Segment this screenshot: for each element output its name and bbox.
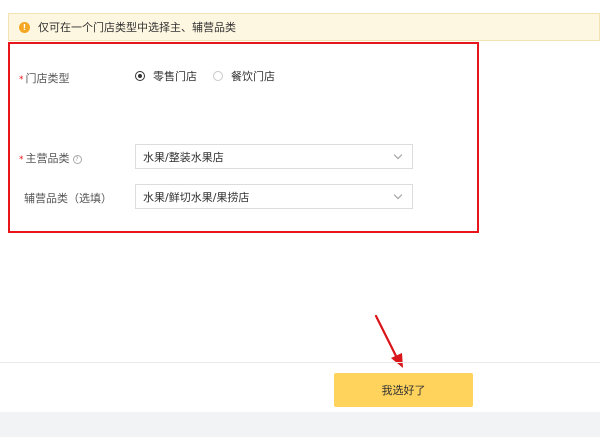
bottom-strip xyxy=(0,412,600,437)
radio-restaurant-store-label: 餐饮门店 xyxy=(231,70,275,83)
sub-category-label: 辅营品类（选填） xyxy=(24,192,112,205)
required-mark: * xyxy=(19,75,24,85)
main-category-label: * 主营品类? xyxy=(19,150,82,166)
radio-checked-icon xyxy=(135,71,145,81)
pointer-arrow-icon xyxy=(374,314,403,368)
store-type-label: * 门店类型 xyxy=(19,70,70,86)
footer-divider xyxy=(0,362,600,363)
main-category-label-text: 主营品类 xyxy=(25,152,70,165)
sub-category-value: 水果/鲜切水果/果捞店 xyxy=(143,190,250,204)
notice-text: 仅可在一个门店类型中选择主、辅营品类 xyxy=(38,21,236,34)
required-mark: * xyxy=(19,155,24,165)
chevron-down-icon xyxy=(393,150,403,160)
question-circle-icon[interactable]: ? xyxy=(72,155,82,164)
radio-unchecked-icon xyxy=(213,71,223,81)
main-category-select[interactable]: 水果/整装水果店 xyxy=(135,144,413,169)
radio-retail-store-label: 零售门店 xyxy=(153,70,197,83)
sub-category-select[interactable]: 水果/鲜切水果/果捞店 xyxy=(135,184,413,209)
store-type-label-text: 门店类型 xyxy=(25,72,70,85)
main-category-value: 水果/整装水果店 xyxy=(143,150,224,164)
radio-restaurant-store[interactable]: 餐饮门店 xyxy=(213,68,275,84)
exclamation-circle-icon: ! xyxy=(19,21,30,33)
chevron-down-icon xyxy=(393,190,403,200)
confirm-button[interactable]: 我选好了 xyxy=(334,373,473,407)
notice-banner: ! 仅可在一个门店类型中选择主、辅营品类 xyxy=(8,13,600,41)
radio-retail-store[interactable]: 零售门店 xyxy=(135,68,197,84)
